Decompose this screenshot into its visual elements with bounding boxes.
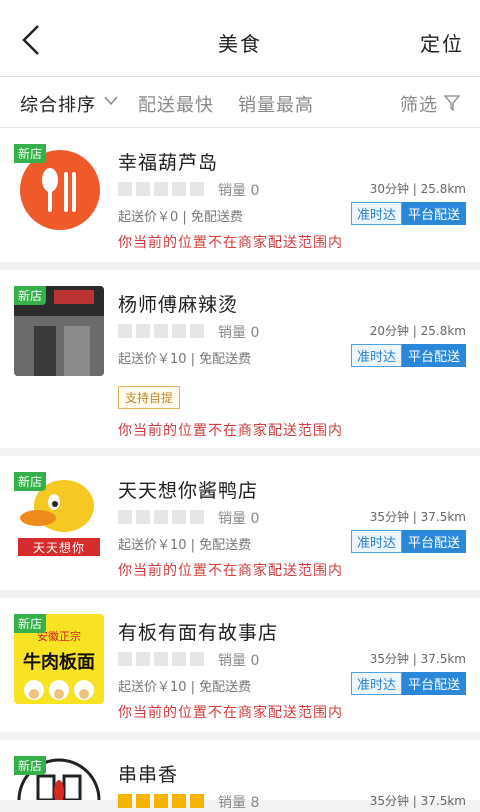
sort-comprehensive[interactable]: 综合排序: [20, 91, 96, 117]
new-store-badge: 新店: [14, 286, 47, 305]
funnel-icon: [444, 95, 460, 111]
sales-count: 销量 8: [218, 795, 260, 811]
platform-delivery-tag: 平台配送: [401, 202, 466, 225]
delivery-fee: 起送价￥10 | 免配送费: [118, 352, 252, 367]
sales-count: 销量 0: [218, 653, 260, 669]
ontime-tag: 准时达: [350, 530, 402, 553]
out-of-range-warning: 你当前的位置不在商家配送范围内: [118, 705, 343, 721]
self-pickup-tag: 支持自提: [118, 386, 181, 409]
new-store-badge: 新店: [14, 472, 47, 491]
restaurant-name: 串串香: [118, 764, 179, 786]
sales-count: 销量 0: [218, 325, 260, 341]
platform-delivery-tag: 平台配送: [401, 530, 466, 553]
time-distance: 30分钟 | 25.8km: [369, 182, 466, 196]
rating-stars: [118, 794, 204, 808]
restaurant-card[interactable]: 新店 串串香 销量 8 35分钟 | 37.5km: [0, 740, 480, 811]
rating-stars: [118, 324, 204, 338]
restaurant-name: 有板有面有故事店: [118, 622, 279, 644]
restaurant-name: 杨师傅麻辣烫: [118, 294, 239, 316]
ontime-tag: 准时达: [350, 202, 402, 225]
restaurant-card[interactable]: 新店 幸福葫芦岛 销量 0 30分钟 | 25.8km 起送价￥0 | 免配送费…: [0, 128, 480, 262]
new-store-badge: 新店: [14, 614, 47, 633]
delivery-time: 35分钟: [369, 794, 409, 808]
time-distance: 35分钟 | 37.5km: [369, 652, 466, 666]
delivery-time: 30分钟: [369, 182, 409, 196]
tags: 准时达 平台配送: [350, 530, 466, 553]
time-distance: 20分钟 | 25.8km: [369, 324, 466, 338]
restaurant-card[interactable]: 新店 杨师傅麻辣烫 销量 0 20分钟 | 25.8km 起送价￥10 | 免配…: [0, 270, 480, 448]
out-of-range-warning: 你当前的位置不在商家配送范围内: [118, 563, 343, 579]
restaurant-name: 天天想你酱鸭店: [118, 480, 259, 502]
time-distance: 35分钟 | 37.5km: [369, 510, 466, 524]
filter-bar: 综合排序 配送最快 销量最高 筛选: [0, 77, 480, 128]
rating-stars: [118, 652, 204, 666]
sort-fastest[interactable]: 配送最快: [138, 91, 214, 117]
restaurant-card[interactable]: 安徽正宗 牛肉板面 新店 有板有面有故事店 销量 0 35分钟 | 37.5km…: [0, 598, 480, 732]
sales-count: 销量 0: [218, 183, 260, 199]
platform-delivery-tag: 平台配送: [401, 672, 466, 695]
delivery-fee: 起送价￥10 | 免配送费: [118, 680, 252, 695]
page-title: 美食: [218, 32, 262, 56]
logo-text: 天天想你: [32, 541, 85, 555]
platform-delivery-tag: 平台配送: [401, 344, 466, 367]
header: 美食 定位: [0, 0, 480, 77]
new-store-badge: 新店: [14, 144, 47, 163]
distance: 25.8km: [420, 182, 466, 196]
time-distance: 35分钟 | 37.5km: [369, 794, 466, 808]
out-of-range-warning: 你当前的位置不在商家配送范围内: [118, 423, 343, 439]
restaurant-name: 幸福葫芦岛: [118, 152, 219, 174]
tags: 准时达 平台配送: [350, 344, 466, 367]
logo-title: 牛肉板面: [23, 652, 95, 673]
distance: 37.5km: [420, 652, 466, 666]
restaurant-card[interactable]: 天天想你 新店 天天想你酱鸭店 销量 0 35分钟 | 37.5km 起送价￥1…: [0, 456, 480, 590]
locate-button[interactable]: 定位: [420, 28, 464, 57]
rating-stars: [118, 510, 204, 524]
chef-icon: [24, 680, 94, 700]
ontime-tag: 准时达: [350, 344, 402, 367]
distance: 37.5km: [420, 510, 466, 524]
distance: 25.8km: [420, 324, 466, 338]
chevron-down-icon: [104, 96, 118, 106]
delivery-time: 35分钟: [369, 510, 409, 524]
sales-count: 销量 0: [218, 511, 260, 527]
delivery-time: 20分钟: [369, 324, 409, 338]
ontime-tag: 准时达: [350, 672, 402, 695]
out-of-range-warning: 你当前的位置不在商家配送范围内: [118, 235, 343, 251]
distance: 37.5km: [420, 794, 466, 808]
tags: 准时达 平台配送: [350, 202, 466, 225]
delivery-fee: 起送价￥0 | 免配送费: [118, 210, 243, 225]
delivery-time: 35分钟: [369, 652, 409, 666]
tags: 准时达 平台配送: [350, 672, 466, 695]
filter-button[interactable]: 筛选: [400, 91, 438, 117]
new-store-badge: 新店: [14, 756, 47, 775]
delivery-fee: 起送价￥10 | 免配送费: [118, 538, 252, 553]
rating-stars: [118, 182, 204, 196]
sort-sales[interactable]: 销量最高: [238, 91, 314, 117]
